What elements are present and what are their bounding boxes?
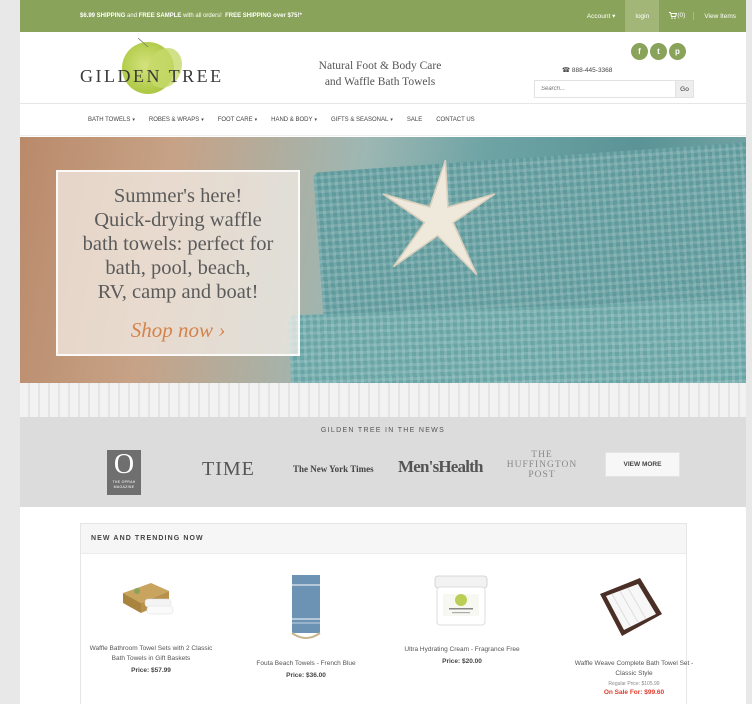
trending-title: NEW AND TRENDING NOW [81, 524, 686, 554]
search-form: Go [534, 80, 694, 98]
huff-line: THE [531, 450, 553, 460]
headline-line: RV, camp and boat! [97, 281, 259, 303]
cart-count: (0) [677, 12, 686, 20]
tagline-line-2: and Waffle Bath Towels [324, 76, 436, 88]
social-links: f t p [631, 43, 686, 60]
promo-free-shipping: FREE SHIPPING over $75!* [225, 13, 302, 19]
page: $6.99 SHIPPING and FREE SAMPLE with all … [20, 0, 746, 704]
hero-white-towel-strip [20, 383, 746, 417]
shipping-promo: $6.99 SHIPPING and FREE SAMPLE with all … [80, 13, 302, 19]
huffington-post-logo[interactable]: THE HUFFINGTON POST [497, 450, 587, 480]
product-card[interactable]: Ultra Hydrating Cream - Fragrance Free P… [397, 645, 527, 665]
trending-section: NEW AND TRENDING NOW Waffle Bathroom Tow… [80, 523, 693, 704]
phone-text: 888-445-3368 [571, 67, 613, 74]
time-logo[interactable]: TIME [202, 458, 255, 481]
promo-shipping-price: $6.99 SHIPPING [80, 13, 126, 19]
hero-text-panel: Summer's here! Quick-drying waffle bath … [56, 170, 300, 356]
facebook-icon[interactable]: f [631, 43, 648, 60]
hero-headline: Summer's here! Quick-drying waffle bath … [58, 184, 298, 304]
starfish-image [382, 159, 496, 276]
product-name[interactable]: Ultra Hydrating Cream - Fragrance Free [397, 645, 527, 655]
cart-button[interactable]: (0) [659, 12, 695, 20]
twitter-icon[interactable]: t [650, 43, 667, 60]
pinterest-icon[interactable]: p [669, 43, 686, 60]
logo-branch-icon [138, 38, 149, 48]
promo-all-orders: with all orders! [183, 13, 222, 19]
caret-down-icon: ▾ [390, 116, 393, 123]
nav-robes-wraps[interactable]: ROBES & WRAPS ▾ [149, 117, 204, 123]
phone-icon: ☎ [562, 67, 571, 74]
view-items-link[interactable]: View Items [694, 13, 746, 20]
site-tagline: Natural Foot & Body Care and Waffle Bath… [310, 58, 450, 90]
mens-health-logo[interactable]: Men'sHealth [398, 457, 484, 477]
caret-down-icon: ▾ [201, 116, 204, 123]
press-title: GILDEN TREE IN THE NEWS [320, 427, 446, 434]
product-image-cream-jar[interactable] [433, 574, 489, 630]
product-card[interactable]: Waffle Weave Complete Bath Towel Set - C… [564, 659, 704, 696]
phone-number[interactable]: ☎ 888-445-3368 [562, 66, 612, 74]
product-sale-price: On Sale For: $99.60 [603, 689, 665, 696]
nav-gifts-seasonal[interactable]: GIFTS & SEASONAL ▾ [331, 117, 393, 123]
account-dropdown[interactable]: Account ▾ [577, 12, 626, 20]
product-price: Price: $20.00 [442, 658, 482, 665]
headline-line: Quick-drying waffle [94, 209, 262, 231]
search-input[interactable] [534, 80, 676, 98]
caret-down-icon: ▾ [314, 116, 317, 123]
account-label: Account [586, 13, 611, 20]
nav-foot-care[interactable]: FOOT CARE ▾ [218, 117, 257, 123]
nav-label: FOOT CARE [217, 116, 253, 123]
main-nav: BATH TOWELS ▾ ROBES & WRAPS ▾ FOOT CARE ▾ H… [20, 104, 746, 136]
nav-bath-towels[interactable]: BATH TOWELS ▾ [88, 117, 135, 123]
product-card[interactable]: Fouta Beach Towels - French Blue Price: … [244, 659, 368, 679]
oprah-letter: O [113, 449, 135, 480]
oprah-subtitle: THE OPRAH MAGAZINE [112, 480, 136, 489]
nav-label: CONTACT US [436, 116, 475, 123]
product-price: Price: $36.00 [286, 672, 326, 679]
headline-line: bath, pool, beach, [105, 257, 251, 279]
gilden-tree-logo[interactable]: GILDEN TREE [78, 38, 228, 100]
huff-line: POST [528, 470, 556, 480]
product-image-gift-basket[interactable] [117, 579, 177, 619]
nav-label: BATH TOWELS [88, 116, 131, 123]
nav-label: ROBES & WRAPS [148, 116, 200, 123]
press-section: GILDEN TREE IN THE NEWS O THE OPRAH MAGA… [20, 417, 746, 507]
caret-down-icon: ▾ [612, 13, 616, 20]
shop-now-link[interactable]: Shop now › [58, 318, 298, 343]
product-image-fouta-towel[interactable] [286, 571, 326, 646]
product-name[interactable]: Waffle Bathroom Towel Sets with 2 Classi… [89, 644, 213, 664]
tagline-line-1: Natural Foot & Body Care [318, 60, 442, 72]
account-area: Account ▾ login (0) View Items [577, 0, 746, 32]
logo-text: GILDEN TREE [80, 66, 224, 86]
nav-label: SALE [406, 116, 423, 123]
caret-down-icon: ▾ [254, 116, 258, 123]
huff-line: HUFFINGTON [506, 460, 578, 470]
product-card[interactable]: Waffle Bathroom Towel Sets with 2 Classi… [89, 644, 213, 674]
headline-line: Summer's here! [113, 185, 243, 207]
caret-down-icon: ▾ [132, 116, 135, 123]
nav-label: GIFTS & SEASONAL [331, 116, 389, 123]
top-promo-bar: $6.99 SHIPPING and FREE SAMPLE with all … [20, 0, 746, 32]
nav-hand-body[interactable]: HAND & BODY ▾ [271, 117, 317, 123]
view-more-button[interactable]: VIEW MORE [605, 452, 680, 477]
nyt-logo[interactable]: The New York Times [293, 464, 374, 474]
promo-and: and [127, 13, 138, 19]
hero-banner[interactable]: Summer's here! Quick-drying waffle bath … [20, 137, 746, 417]
product-image-towel-set[interactable] [596, 574, 666, 642]
nav-sale[interactable]: SALE [407, 117, 422, 123]
search-go-button[interactable]: Go [676, 80, 694, 98]
nav-contact-us[interactable]: CONTACT US [436, 117, 474, 123]
product-price: Price: $57.99 [131, 667, 171, 674]
product-name[interactable]: Fouta Beach Towels - French Blue [244, 659, 368, 669]
login-button[interactable]: login [625, 0, 660, 32]
headline-line: bath towels: perfect for [82, 233, 274, 255]
product-name[interactable]: Waffle Weave Complete Bath Towel Set - C… [564, 659, 704, 679]
nav-label: HAND & BODY [271, 116, 313, 123]
promo-free-sample: FREE SAMPLE [138, 13, 182, 19]
product-regular-price: Regular Price: $105.99 [608, 681, 660, 687]
oprah-magazine-logo[interactable]: O THE OPRAH MAGAZINE [107, 450, 141, 495]
